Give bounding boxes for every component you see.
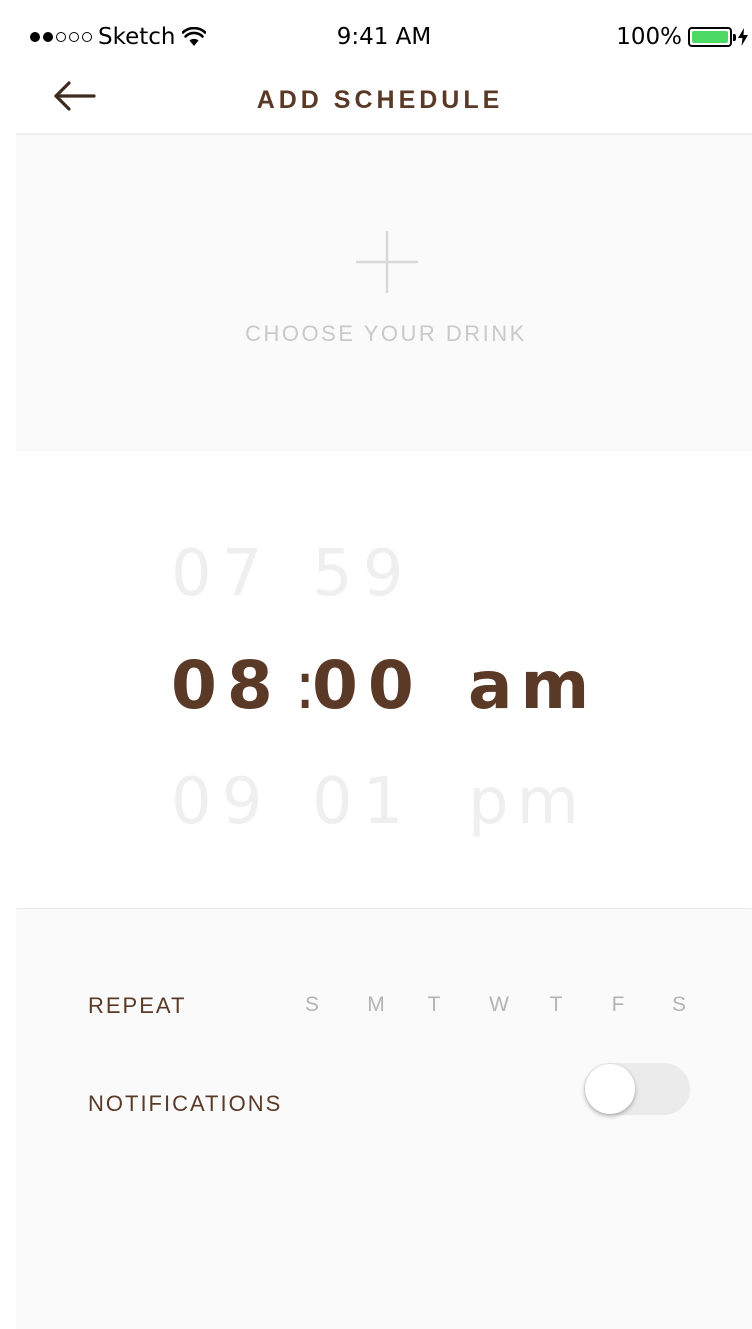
toggle-knob: [585, 1064, 635, 1114]
plus-icon: [356, 231, 418, 293]
page-title: ADD SCHEDULE: [256, 86, 504, 114]
minute-selected[interactable]: 00: [312, 647, 424, 724]
battery-icon: [688, 27, 736, 47]
day-toggle-saturday[interactable]: S: [664, 993, 694, 1017]
day-toggle-thursday[interactable]: T: [541, 993, 571, 1017]
status-bar-right: 100%: [616, 24, 748, 50]
period-selected[interactable]: am: [468, 647, 597, 724]
minute-next[interactable]: 01: [312, 765, 413, 839]
day-toggle-monday[interactable]: M: [361, 993, 391, 1017]
day-toggle-tuesday[interactable]: T: [419, 993, 449, 1017]
day-toggle-friday[interactable]: F: [603, 993, 633, 1017]
drink-section: CHOOSE YOUR DRINK: [16, 137, 752, 450]
charging-bolt-icon: [738, 28, 748, 46]
battery-percent: 100%: [616, 24, 682, 50]
hour-next[interactable]: 09: [171, 765, 272, 839]
minute-previous[interactable]: 59: [312, 537, 413, 611]
day-toggle-sunday[interactable]: S: [297, 993, 327, 1017]
period-next[interactable]: pm: [468, 765, 587, 839]
notifications-label: NOTIFICATIONS: [88, 1091, 283, 1116]
hour-previous[interactable]: 07: [171, 537, 272, 611]
nav-bar: ADD SCHEDULE: [16, 60, 752, 135]
schedule-options: REPEAT S M T W T F S NOTIFICATIONS: [16, 909, 752, 1329]
notifications-toggle[interactable]: [584, 1063, 690, 1115]
phone-screen: Sketch 9:41 AM 100% ADD SCHEDULE CHOOSE …: [16, 16, 752, 1329]
status-bar: Sketch 9:41 AM 100%: [16, 16, 752, 60]
choose-drink-button[interactable]: CHOOSE YOUR DRINK: [216, 227, 556, 367]
time-picker[interactable]: 07 59 08 : 00 am 09 01 pm: [16, 451, 752, 908]
hour-selected[interactable]: 08: [171, 647, 283, 724]
choose-drink-label: CHOOSE YOUR DRINK: [245, 321, 527, 346]
repeat-label: REPEAT: [88, 993, 187, 1018]
day-toggle-wednesday[interactable]: W: [484, 993, 514, 1017]
